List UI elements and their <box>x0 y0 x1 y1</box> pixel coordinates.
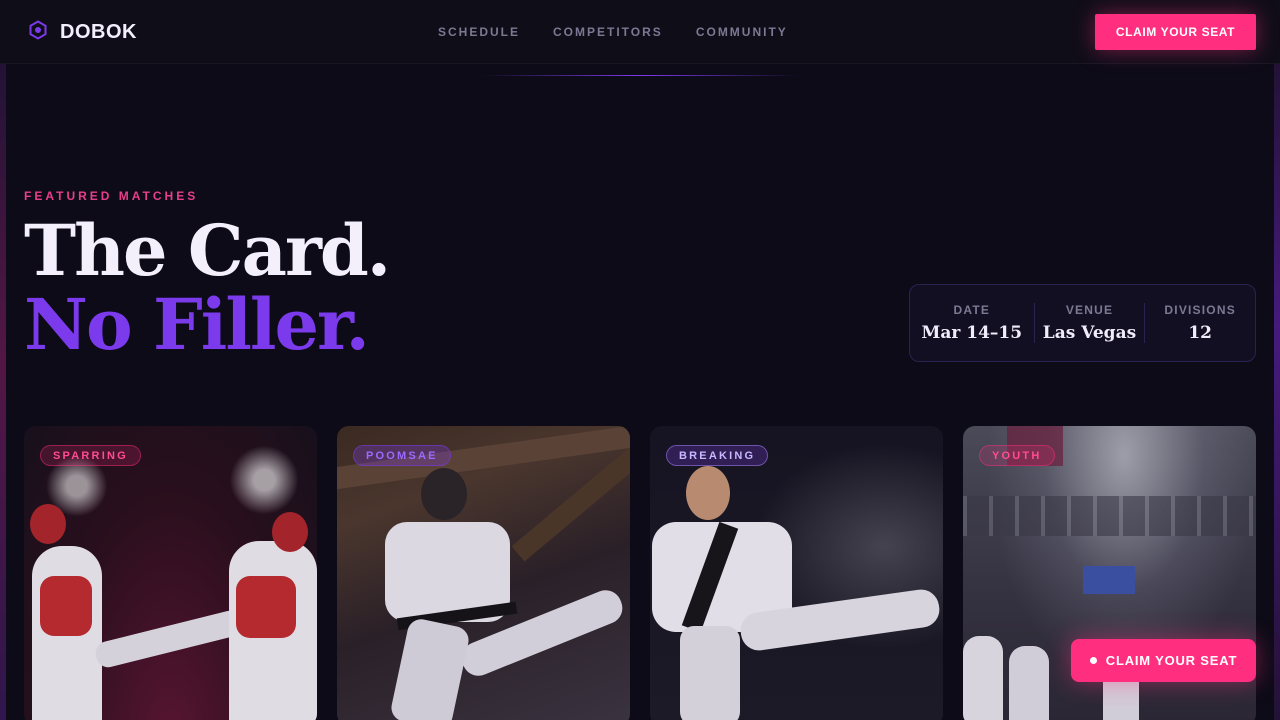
kick-leg <box>93 608 245 670</box>
card-tag: POOMSAE <box>353 445 451 466</box>
chest-guard-left <box>40 576 92 636</box>
card-tag: BREAKING <box>666 445 769 466</box>
section-eyebrow: FEATURED MATCHES <box>24 189 199 203</box>
helmet-left <box>30 504 66 544</box>
athlete-lineup <box>1009 646 1049 720</box>
card-tag: YOUTH <box>979 445 1055 466</box>
top-nav: DOBOK SCHEDULE COMPETITORS COMMUNITY CLA… <box>0 0 1280 64</box>
head <box>686 466 730 520</box>
floating-cta-label: CLAIM YOUR SEAT <box>1105 653 1238 668</box>
event-stats-panel: DATE Mar 14–15 VENUE Las Vegas DIVISIONS… <box>909 284 1256 362</box>
arena-rafters <box>963 496 1256 536</box>
stat-label: DATE <box>953 303 991 317</box>
chest-guard-right <box>236 576 296 638</box>
match-card-breaking[interactable]: BREAKING <box>650 426 943 720</box>
nav-link-schedule[interactable]: SCHEDULE <box>438 25 520 39</box>
stat-label: DIVISIONS <box>1164 303 1236 317</box>
nav-accent-line <box>480 75 800 76</box>
standing-leg <box>388 616 472 720</box>
arena-banner <box>1083 566 1135 594</box>
right-edge-glow <box>1274 64 1280 720</box>
stat-value: Las Vegas <box>1042 323 1137 343</box>
stat-value: 12 <box>1188 323 1212 343</box>
hero-title-line-2: No Filler. <box>24 283 370 366</box>
match-card-poomsae[interactable]: POOMSAE <box>337 426 630 720</box>
left-edge-glow <box>0 64 6 720</box>
match-card-sparring[interactable]: SPARRING <box>24 426 317 720</box>
helmet-right <box>272 512 308 552</box>
hero-title-line-1: The Card. <box>24 209 391 292</box>
stat-label: VENUE <box>1065 303 1114 317</box>
floating-claim-seat-button[interactable]: CLAIM YOUR SEAT <box>1071 639 1256 682</box>
stat-divisions: DIVISIONS 12 <box>1145 303 1255 343</box>
nav-link-competitors[interactable]: COMPETITORS <box>553 25 663 39</box>
head-dark <box>421 468 467 520</box>
nav-link-community[interactable]: COMMUNITY <box>696 25 788 39</box>
live-dot-icon <box>1089 657 1097 664</box>
standing-leg <box>680 626 740 720</box>
athlete-lineup <box>963 636 1003 720</box>
stat-date: DATE Mar 14–15 <box>910 303 1034 343</box>
hex-logo-icon <box>28 20 48 45</box>
stat-venue: VENUE Las Vegas <box>1035 303 1145 343</box>
brand-logo[interactable]: DOBOK <box>28 20 137 45</box>
stat-value: Mar 14–15 <box>921 323 1023 343</box>
card-tag: SPARRING <box>40 445 141 466</box>
brand-name: DOBOK <box>60 21 137 43</box>
claim-seat-button[interactable]: CLAIM YOUR SEAT <box>1095 14 1256 50</box>
nav-links: SCHEDULE COMPETITORS COMMUNITY <box>438 25 821 39</box>
